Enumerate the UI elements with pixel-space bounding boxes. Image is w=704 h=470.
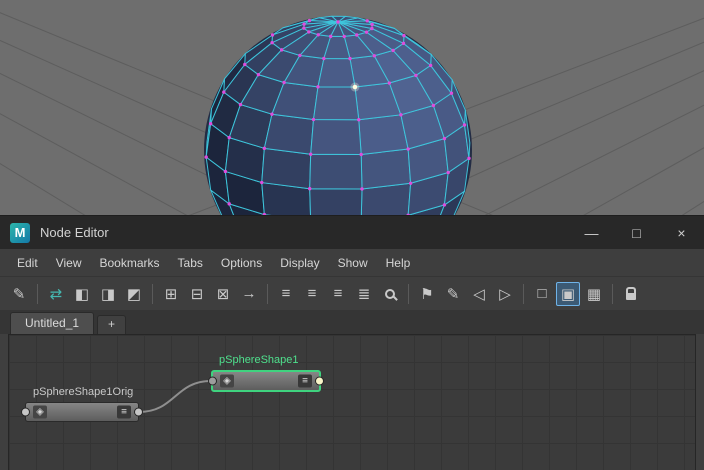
- mesh-type-icon: ◈: [220, 374, 234, 388]
- toolbar-separator: [152, 283, 153, 304]
- bookmark-previous-icon[interactable]: ◁: [467, 282, 491, 306]
- input-output-connections-icon[interactable]: ◩: [122, 282, 146, 306]
- window-title: Node Editor: [40, 225, 109, 240]
- menu-display[interactable]: Display: [271, 252, 328, 274]
- node-pSphereShape1[interactable]: ◈ ≡: [208, 370, 324, 392]
- menu-tabs[interactable]: Tabs: [169, 252, 212, 274]
- node-pSphereShape1Orig[interactable]: ◈ ≡: [21, 402, 143, 422]
- full-display-mode-icon[interactable]: ▦: [582, 282, 606, 306]
- sync-selection-icon[interactable]: ⇄: [44, 282, 68, 306]
- close-button[interactable]: ×: [659, 216, 704, 249]
- input-socket[interactable]: [21, 407, 30, 417]
- window-controls: — □ ×: [569, 216, 704, 249]
- output-socket[interactable]: [134, 407, 143, 417]
- simple-display-mode-icon[interactable]: □: [530, 282, 554, 306]
- bookmark-create-icon[interactable]: ⚑: [415, 282, 439, 306]
- align-middle-icon[interactable]: ≡: [300, 282, 324, 306]
- node-menu-icon[interactable]: ≡: [298, 374, 312, 388]
- toolbar-separator: [612, 283, 613, 304]
- menu-options[interactable]: Options: [212, 252, 271, 274]
- align-top-icon[interactable]: ≡: [274, 282, 298, 306]
- node-title-pSphereShape1: pSphereShape1: [219, 354, 299, 366]
- menu-edit[interactable]: Edit: [8, 252, 47, 274]
- menu-show[interactable]: Show: [329, 252, 377, 274]
- bookmark-next-icon[interactable]: ▷: [493, 282, 517, 306]
- menu-help[interactable]: Help: [377, 252, 420, 274]
- 3d-viewport[interactable]: [0, 0, 704, 215]
- graph-canvas[interactable]: pSphereShape1Orig ◈ ≡ pSphereShape1 ◈ ≡: [8, 334, 696, 470]
- maya-screen: M Node Editor — □ × Edit View Bookmarks Tabs O…: [0, 0, 704, 470]
- tabbar: Untitled_1 +: [0, 310, 704, 334]
- maya-logo-icon: M: [10, 222, 30, 243]
- connected-display-mode-icon[interactable]: ▣: [556, 281, 580, 306]
- menu-view[interactable]: View: [47, 252, 91, 274]
- sphere-object[interactable]: [204, 15, 472, 215]
- toolbar-separator: [37, 283, 38, 304]
- tab-untitled-1[interactable]: Untitled_1: [10, 312, 95, 334]
- viewport-canvas: [0, 12, 704, 215]
- add-selected-nodes-icon[interactable]: ⊞: [159, 282, 183, 306]
- toolbar-separator: [523, 283, 524, 304]
- lock-icon[interactable]: [619, 282, 643, 306]
- node-menu-icon[interactable]: ≡: [117, 405, 131, 419]
- align-bottom-icon[interactable]: ≡: [326, 282, 350, 306]
- input-socket[interactable]: [208, 376, 217, 386]
- rearrange-graph-icon[interactable]: →: [237, 282, 261, 306]
- toolbar: ✎ ⇄ ◧ ◨ ◩ ⊞ ⊟ ⊠ → ≡ ≡ ≡ ≣ ⚑ ✎ ◁ ▷ □ ▣ ▦: [0, 276, 704, 310]
- menubar: Edit View Bookmarks Tabs Options Display Show H…: [0, 249, 704, 276]
- clear-graph-icon[interactable]: ⊠: [211, 282, 235, 306]
- lock-icon: [626, 287, 636, 300]
- input-connections-icon[interactable]: ◧: [70, 282, 94, 306]
- output-connections-icon[interactable]: ◨: [96, 282, 120, 306]
- toolbar-separator: [408, 283, 409, 304]
- new-tab-button[interactable]: +: [97, 315, 127, 334]
- bookmark-edit-icon[interactable]: ✎: [441, 282, 465, 306]
- edit-pin-icon[interactable]: ✎: [7, 282, 31, 306]
- connection-wire[interactable]: [138, 380, 212, 413]
- search-icon: [385, 288, 395, 299]
- search-icon[interactable]: [378, 282, 402, 306]
- maximize-button[interactable]: □: [614, 216, 659, 249]
- remove-selected-nodes-icon[interactable]: ⊟: [185, 282, 209, 306]
- toolbar-separator: [267, 283, 268, 304]
- distribute-nodes-icon[interactable]: ≣: [352, 282, 376, 306]
- titlebar[interactable]: M Node Editor — □ ×: [0, 216, 704, 249]
- output-socket[interactable]: [315, 376, 324, 386]
- mesh-type-icon: ◈: [33, 405, 47, 419]
- menu-bookmarks[interactable]: Bookmarks: [90, 252, 168, 274]
- node-title-pSphereShape1Orig: pSphereShape1Orig: [33, 386, 134, 398]
- minimize-button[interactable]: —: [569, 216, 614, 249]
- node-editor-window: M Node Editor — □ × Edit View Bookmarks Tabs O…: [0, 215, 704, 470]
